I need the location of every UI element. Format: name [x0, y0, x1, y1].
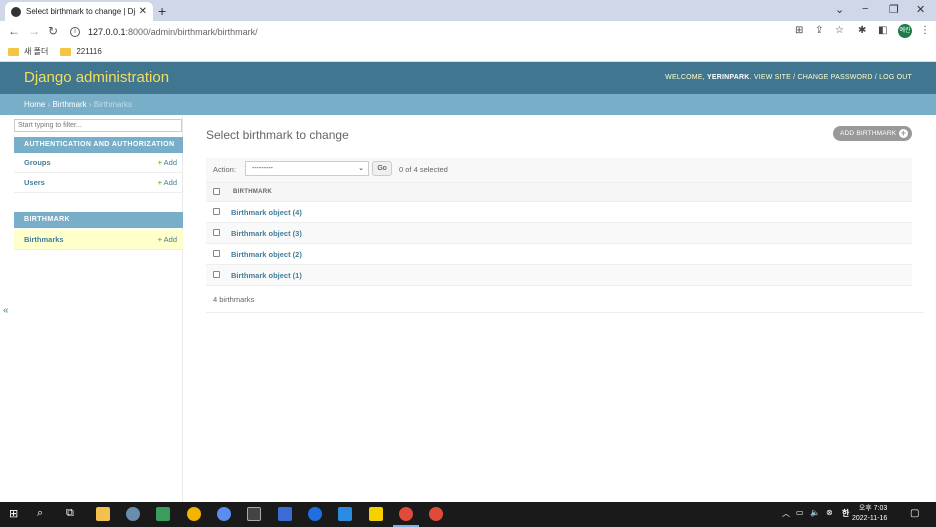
site-branding[interactable]: Django administration: [24, 69, 169, 86]
breadcrumb: Home › Birthmark › Birthmarks: [0, 94, 936, 115]
translate-icon[interactable]: ⊞: [795, 25, 803, 36]
row-checkbox[interactable]: [213, 229, 220, 236]
username: YERINPARK: [707, 74, 750, 81]
sidebar-item-users[interactable]: Users + Add: [14, 173, 183, 193]
chrome-icon[interactable]: [187, 507, 201, 521]
row-link[interactable]: Birthmark object (1): [231, 271, 302, 280]
nav-sidebar: Start typing to filter... AUTHENTICATION…: [12, 115, 183, 502]
bookmark-folder[interactable]: 새 폴더: [8, 46, 48, 57]
app-icon[interactable]: [156, 507, 170, 521]
add-birthmark-link[interactable]: + Add: [158, 230, 177, 250]
row-link[interactable]: Birthmark object (3): [231, 229, 302, 238]
back-icon[interactable]: ←: [8, 24, 20, 38]
page-title: Select birthmark to change: [206, 128, 349, 142]
globe-icon: [11, 6, 21, 17]
table-row: Birthmark object (3): [206, 223, 912, 244]
tab-title: Select birthmark to change | Dj: [26, 7, 135, 16]
column-header-birthmark[interactable]: BIRTHMARK: [233, 189, 272, 195]
toggle-sidebar-button[interactable]: «: [3, 305, 9, 316]
file-explorer-icon[interactable]: [96, 507, 110, 521]
windows-start-icon[interactable]: ⊞: [9, 507, 18, 520]
system-clock[interactable]: 오후 7:03 2022-11-16: [852, 504, 887, 524]
sidebar-item-birthmarks[interactable]: Birthmarks + Add: [14, 230, 183, 250]
star-icon[interactable]: ☆: [835, 25, 844, 36]
table-row: Birthmark object (4): [206, 202, 912, 223]
row-checkbox[interactable]: [213, 271, 220, 278]
app-icon[interactable]: [126, 507, 140, 521]
user-tools: WELCOME, YERINPARK. VIEW SITE / CHANGE P…: [665, 74, 912, 81]
address-bar[interactable]: i 127.0.0.1:8000/admin/birthmark/birthma…: [70, 23, 780, 40]
kakaotalk-icon[interactable]: [369, 507, 383, 521]
app-icon[interactable]: [308, 507, 322, 521]
sidebar-filter-input[interactable]: Start typing to filter...: [14, 119, 182, 132]
row-checkbox[interactable]: [213, 250, 220, 257]
app-icon[interactable]: [278, 507, 292, 521]
maximize-icon[interactable]: ❐: [889, 3, 899, 16]
selection-count: 0 of 4 selected: [399, 165, 448, 174]
bookmarks-bar: 새 폴더 221116: [0, 42, 936, 62]
chrome-icon[interactable]: [399, 507, 413, 521]
plus-icon: +: [899, 128, 908, 138]
site-info-icon[interactable]: i: [70, 26, 80, 37]
breadcrumb-home[interactable]: Home: [24, 100, 45, 109]
tab-search-icon[interactable]: ⌄: [835, 3, 844, 16]
add-birthmark-button[interactable]: ADD BIRTHMARK +: [833, 126, 912, 141]
go-button[interactable]: Go: [372, 161, 392, 176]
add-icon: +: [157, 158, 162, 167]
terminal-icon[interactable]: [247, 507, 261, 521]
folder-icon: [8, 47, 19, 56]
tray-overflow-icon[interactable]: ︿: [782, 508, 790, 519]
minimize-icon[interactable]: −: [862, 3, 868, 15]
close-tab-icon[interactable]: ✕: [139, 6, 147, 17]
task-view-icon[interactable]: ⧉: [66, 507, 74, 520]
result-list: BIRTHMARK Birthmark object (4) Birthmark…: [206, 182, 912, 286]
row-link[interactable]: Birthmark object (4): [231, 208, 302, 217]
add-icon: +: [157, 178, 162, 187]
row-checkbox[interactable]: [213, 208, 220, 215]
add-icon: +: [157, 235, 162, 244]
volume-icon[interactable]: 🔈: [810, 508, 820, 517]
table-header: BIRTHMARK: [206, 182, 912, 202]
chrome-icon[interactable]: [429, 507, 443, 521]
action-bar: Action: --------- ⌄ Go 0 of 4 selected: [206, 158, 912, 182]
browser-tabstrip: Select birthmark to change | Dj ✕ + ⌄ − …: [0, 0, 936, 21]
action-select[interactable]: --------- ⌄: [245, 161, 369, 176]
close-window-icon[interactable]: ✕: [916, 3, 925, 16]
add-user-link[interactable]: + Add: [158, 173, 177, 193]
search-icon[interactable]: ⌕: [37, 507, 43, 520]
windows-taskbar: ⊞ ⌕ ⧉ ︿ ▭ 🔈 ⊗ 한 ▢: [0, 502, 936, 527]
sidebar-item-groups[interactable]: Groups + Add: [14, 153, 183, 173]
module-caption-auth[interactable]: AUTHENTICATION AND AUTHORIZATION: [14, 137, 183, 153]
table-row: Birthmark object (2): [206, 244, 912, 265]
forward-icon[interactable]: →: [28, 24, 40, 38]
reload-icon[interactable]: ↻: [48, 24, 58, 38]
folder-icon: [60, 47, 72, 56]
sidepanel-icon[interactable]: ◧: [878, 25, 887, 36]
profile-avatar[interactable]: 예린: [898, 24, 912, 38]
network-icon[interactable]: ⊗: [826, 508, 833, 517]
bookmark-folder[interactable]: 221116: [60, 47, 102, 56]
add-group-link[interactable]: + Add: [158, 153, 177, 173]
battery-icon[interactable]: ▭: [796, 508, 804, 517]
paginator: 4 birthmarks: [206, 286, 924, 313]
module-caption-birthmark[interactable]: BIRTHMARK: [14, 212, 183, 228]
chevron-down-icon: ⌄: [358, 165, 364, 172]
url-text: 127.0.0.1:8000/admin/birthmark/birthmark…: [88, 26, 258, 37]
app-icon[interactable]: [217, 507, 231, 521]
vscode-icon[interactable]: [338, 507, 352, 521]
ime-indicator[interactable]: 한: [842, 508, 849, 519]
browser-tab[interactable]: Select birthmark to change | Dj ✕: [5, 2, 153, 21]
table-row: Birthmark object (1): [206, 265, 912, 286]
user-links[interactable]: . VIEW SITE / CHANGE PASSWORD / LOG OUT: [750, 74, 912, 81]
extensions-icon[interactable]: ✱: [858, 25, 866, 36]
breadcrumb-app[interactable]: Birthmark: [52, 100, 86, 109]
action-label: Action:: [213, 165, 236, 174]
menu-icon[interactable]: ⋮: [920, 25, 930, 36]
row-link[interactable]: Birthmark object (2): [231, 250, 302, 259]
new-tab-icon[interactable]: +: [158, 3, 166, 19]
select-all-checkbox[interactable]: [213, 188, 220, 195]
notification-icon[interactable]: ▢: [910, 508, 919, 519]
breadcrumb-current: Birthmarks: [93, 100, 133, 109]
share-icon[interactable]: ⇪: [815, 25, 823, 36]
